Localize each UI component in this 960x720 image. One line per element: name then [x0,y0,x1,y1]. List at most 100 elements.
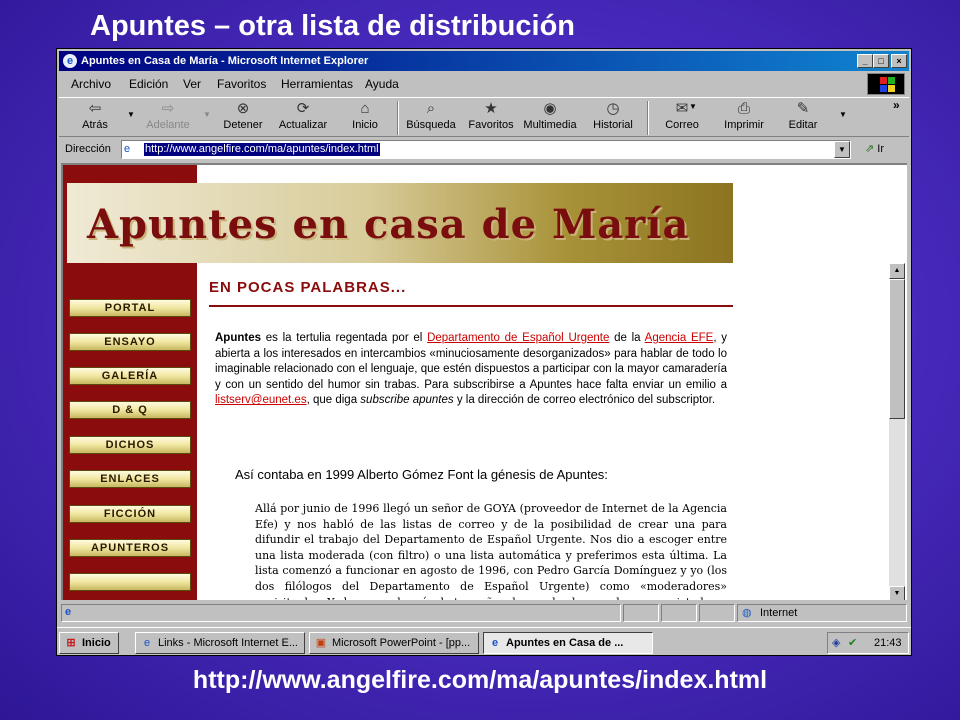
scroll-thumb[interactable] [889,279,905,419]
link-listserv-email[interactable]: listserv@eunet.es [215,394,307,406]
quote-paragraph: Allá por junio de 1996 llegó un señor de… [255,502,727,600]
task-label: Microsoft PowerPoint - [pp... [332,637,471,649]
window-title: Apuntes en Casa de María - Microsoft Int… [81,55,369,67]
menu-ver[interactable]: Ver [183,77,201,91]
menu-archivo[interactable]: Archivo [71,77,111,91]
back-dropdown-icon[interactable]: ▼ [127,110,135,119]
ie-page-icon: e [143,637,151,649]
mail-dropdown-icon[interactable]: ▼ [689,102,697,111]
address-dropdown-icon[interactable]: ▼ [834,141,850,158]
site-banner: Apuntes en casa de María [67,183,733,263]
intro-text: de la [609,332,645,344]
maximize-button[interactable]: □ [873,54,889,68]
media-icon: ◉ [543,100,557,117]
toolbar-separator [647,101,649,135]
window-titlebar[interactable]: e Apuntes en Casa de María - Microsoft I… [59,51,909,71]
stop-button[interactable]: ⊗ Detener [217,100,269,131]
minimize-button[interactable]: _ [857,54,873,68]
favorites-icon: ★ [484,100,498,117]
go-button[interactable]: ⇗ Ir [865,142,884,155]
status-cell [623,604,659,622]
nav-ficcion[interactable]: FICCIÓN [69,505,191,523]
screenshot-frame: e Apuntes en Casa de María - Microsoft I… [56,48,912,656]
menu-herramientas[interactable]: Herramientas [281,77,353,91]
intro-paragraph: Apuntes es la tertulia regentada por el … [215,331,727,409]
forward-label: Adelante [146,119,190,131]
menu-ayuda[interactable]: Ayuda [365,77,399,91]
intro-italic: subscribe apuntes [360,394,454,407]
link-agencia-efe[interactable]: Agencia EFE [645,332,714,344]
home-label: Inicio [352,119,378,131]
edit-label: Editar [788,119,818,131]
print-icon: ⎙ [737,100,750,117]
banner-title: Apuntes en casa de María [87,201,690,248]
print-button[interactable]: ⎙ Imprimir [719,100,769,131]
scroll-down-icon[interactable]: ▼ [889,586,905,600]
forward-arrow-icon: ⇨ [161,100,175,117]
nav-portal[interactable]: PORTAL [69,299,191,317]
menu-favoritos[interactable]: Favoritos [217,77,266,91]
task-label: Links - Microsoft Internet E... [158,637,298,649]
refresh-button[interactable]: ⟳ Actualizar [275,100,331,131]
favorites-button[interactable]: ★ Favoritos [465,100,517,131]
media-label: Multimedia [523,119,577,131]
windows-logo-icon [867,73,905,95]
address-bar: Dirección e http://www.angelfire.com/ma/… [59,139,909,161]
task-links-ie[interactable]: e Links - Microsoft Internet E... [135,632,305,654]
edit-button[interactable]: ✎ Editar [781,100,825,131]
forward-button[interactable]: ⇨ Adelante [141,100,195,131]
menu-bar: Archivo Edición Ver Favoritos Herramient… [59,73,909,95]
stop-label: Detener [223,119,263,131]
forward-dropdown-icon[interactable]: ▼ [203,110,211,119]
task-apuntes-ie[interactable]: e Apuntes en Casa de ... [483,632,653,654]
home-button[interactable]: ⌂ Inicio [343,100,387,131]
vertical-scrollbar[interactable]: ▲ ▼ [889,263,905,600]
status-cell [661,604,697,622]
nav-galeria[interactable]: GALERÍA [69,367,191,385]
scroll-up-icon[interactable]: ▲ [889,263,905,279]
close-button[interactable]: × [891,54,907,68]
refresh-label: Actualizar [278,119,328,131]
check-icon[interactable]: ✔ [848,636,857,649]
powerpoint-icon: ▣ [315,637,327,649]
back-button[interactable]: ⇦ Atrás [73,100,117,131]
status-main: e [61,604,621,622]
go-arrow-icon: ⇗ [865,143,875,155]
nav-dichos[interactable]: DICHOS [69,436,191,454]
search-button[interactable]: ⌕ Búsqueda [403,100,459,131]
page-viewport: Apuntes en casa de María PORTAL ENSAYO G… [61,163,907,600]
nav-ensayo[interactable]: ENSAYO [69,333,191,351]
address-value[interactable]: http://www.angelfire.com/ma/apuntes/inde… [144,143,380,156]
nav-enlaces[interactable]: ENLACES [69,470,191,488]
history-button[interactable]: ◷ Historial [589,100,637,131]
mail-button[interactable]: ✉ Correo [659,100,705,131]
intro-bold: Apuntes [215,332,261,344]
back-arrow-icon: ⇦ [88,100,102,117]
clock[interactable]: 21:43 [874,637,902,649]
taskbar: ⊞ Inicio e Links - Microsoft Internet E.… [57,627,911,655]
nav-dq[interactable]: D & Q [69,401,191,419]
media-button[interactable]: ◉ Multimedia [521,100,579,131]
menu-edicion[interactable]: Edición [129,77,168,91]
start-button[interactable]: ⊞ Inicio [59,632,119,654]
toolbar-separator [397,101,399,135]
refresh-icon: ⟳ [296,100,310,117]
print-label: Imprimir [724,119,764,131]
edit-dropdown-icon[interactable]: ▼ [839,110,847,119]
address-input[interactable]: e http://www.angelfire.com/ma/apuntes/in… [121,140,851,159]
link-departamento[interactable]: Departamento de Español Urgente [427,332,609,344]
slide-footer-url: http://www.angelfire.com/ma/apuntes/inde… [192,666,768,694]
go-label: Ir [877,143,885,155]
windows-flag-icon: ⊞ [66,637,76,649]
search-label: Búsqueda [406,119,456,131]
task-powerpoint[interactable]: ▣ Microsoft PowerPoint - [pp... [309,632,479,654]
nav-blank[interactable] [69,573,191,591]
globe-icon: ◍ [742,607,752,619]
ie-page-icon: e [491,637,499,649]
toolbar-more-icon[interactable]: » [893,98,900,112]
start-label: Inicio [82,637,111,649]
nav-apunteros[interactable]: APUNTEROS [69,539,191,557]
status-bar: e ◍ Internet [59,603,909,623]
shield-icon[interactable]: ◈ [832,636,840,649]
favorites-label: Favoritos [468,119,514,131]
